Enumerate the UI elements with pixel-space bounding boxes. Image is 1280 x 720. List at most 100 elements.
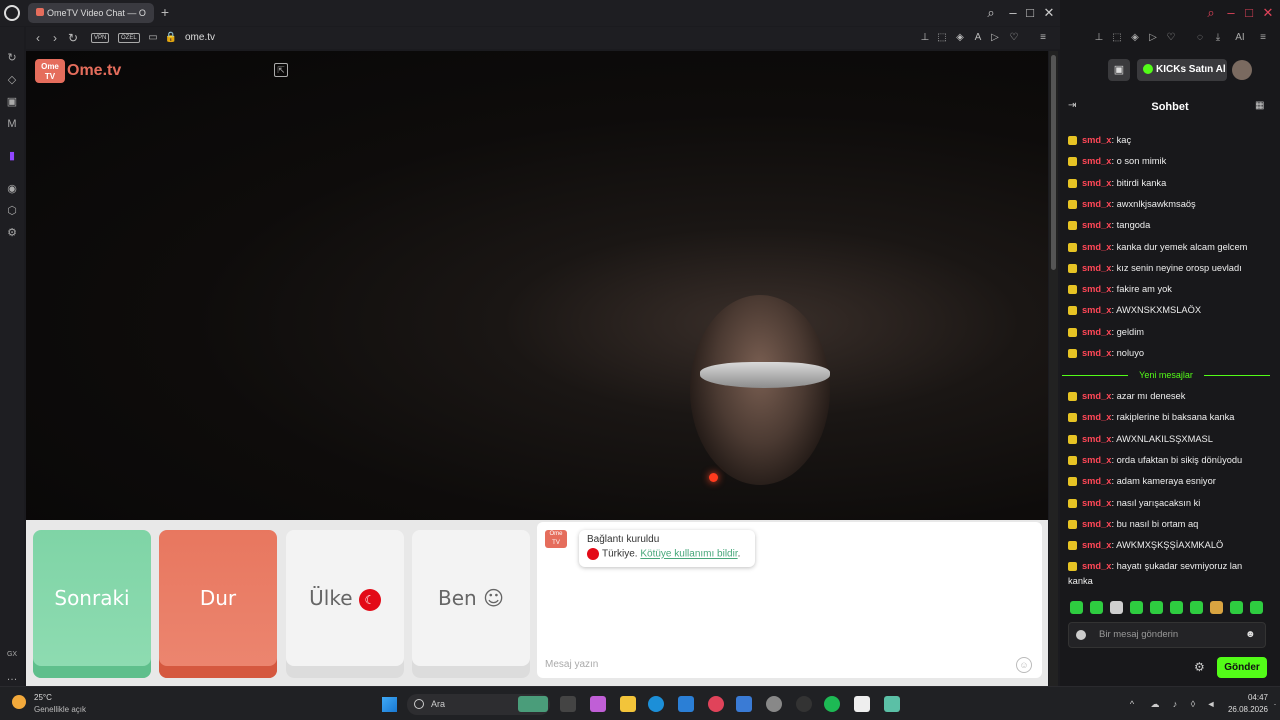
- weather-description[interactable]: Genellikle açık: [34, 705, 86, 714]
- edge-icon[interactable]: [648, 696, 664, 712]
- play-icon[interactable]: ▷: [988, 31, 1002, 45]
- panel-shield-icon[interactable]: ◈: [1128, 31, 1142, 45]
- private-badge[interactable]: ÖZEL: [118, 33, 140, 43]
- tray-volume-icon[interactable]: ◄: [1206, 699, 1216, 709]
- panel-account-icon[interactable]: ◌: [1193, 31, 1207, 45]
- me-button[interactable]: Ben ☺: [412, 530, 530, 678]
- store-icon[interactable]: [678, 696, 694, 712]
- sidebar-extensions-icon[interactable]: ⬡: [5, 204, 19, 218]
- task-view-icon[interactable]: [560, 696, 576, 712]
- chat-username[interactable]: smd_x: [1082, 498, 1111, 508]
- sidebar-history-icon[interactable]: ↻: [5, 51, 19, 65]
- kick-chat-input[interactable]: Bir mesaj gönderin: [1068, 622, 1266, 648]
- shield-icon[interactable]: ◈: [953, 31, 967, 45]
- sidebar-twitch-icon[interactable]: ▮: [5, 149, 19, 163]
- message-input[interactable]: Mesaj yazın: [541, 656, 1011, 674]
- panel-minimize-button[interactable]: –: [1222, 4, 1240, 22]
- next-button[interactable]: Sonraki: [33, 530, 151, 678]
- browser-tab[interactable]: OmeTV Video Chat — O: [28, 3, 154, 23]
- camera-icon[interactable]: ▭: [146, 31, 160, 45]
- sidebar-whatsapp-icon[interactable]: ▣: [5, 95, 19, 109]
- chat-username[interactable]: smd_x: [1082, 476, 1111, 486]
- maximize-button[interactable]: □: [1021, 4, 1039, 22]
- panel-close-button[interactable]: ✕: [1259, 4, 1277, 22]
- panel-ai-icon[interactable]: AI: [1230, 31, 1250, 45]
- emote-6-icon[interactable]: [1170, 601, 1183, 614]
- chat-identity-icon[interactable]: [1076, 630, 1086, 640]
- chat-username[interactable]: smd_x: [1082, 561, 1111, 571]
- panel-maximize-button[interactable]: □: [1240, 4, 1258, 22]
- chat-username[interactable]: smd_x: [1082, 348, 1111, 358]
- close-button[interactable]: ✕: [1040, 4, 1058, 22]
- app-icon[interactable]: [736, 696, 752, 712]
- pin-icon[interactable]: ⊥: [918, 31, 932, 45]
- chat-username[interactable]: smd_x: [1082, 284, 1111, 294]
- weather-temperature[interactable]: 25°C: [34, 693, 52, 702]
- panel-search-icon[interactable]: ⌕: [1202, 4, 1220, 22]
- chat-users-icon[interactable]: ▦: [1255, 100, 1267, 112]
- file-explorer-icon[interactable]: [620, 696, 636, 712]
- weather-icon[interactable]: [12, 695, 26, 709]
- emoji-icon[interactable]: ☺: [1016, 657, 1032, 673]
- opera-gx-taskbar-icon[interactable]: [708, 696, 724, 712]
- copilot-icon[interactable]: [590, 696, 606, 712]
- snapshot-icon[interactable]: ⬚: [935, 31, 949, 45]
- sidebar-player-icon[interactable]: ◉: [5, 182, 19, 196]
- emote-2-icon[interactable]: [1090, 601, 1103, 614]
- tray-chevron-icon[interactable]: ^: [1127, 699, 1137, 709]
- settings-taskbar-icon[interactable]: [766, 696, 782, 712]
- emote-9-icon[interactable]: [1230, 601, 1243, 614]
- chat-username[interactable]: smd_x: [1082, 220, 1111, 230]
- country-button[interactable]: Ülke ☾: [286, 530, 404, 678]
- vpn-badge[interactable]: VPN: [91, 33, 110, 43]
- chat-username[interactable]: smd_x: [1082, 391, 1111, 401]
- chat-username[interactable]: smd_x: [1082, 412, 1111, 422]
- buy-kicks-button[interactable]: KICKs Satın Al: [1137, 59, 1227, 81]
- kick-gift-icon[interactable]: ▣: [1108, 59, 1130, 81]
- stop-button[interactable]: Dur: [159, 530, 277, 678]
- clock-time[interactable]: 04:47: [1230, 693, 1268, 702]
- new-tab-button[interactable]: +: [158, 4, 172, 20]
- start-button[interactable]: [382, 697, 397, 712]
- emote-1-icon[interactable]: [1070, 601, 1083, 614]
- panel-menu-icon[interactable]: ≡: [1256, 31, 1270, 45]
- url-field[interactable]: ome.tv: [185, 32, 215, 43]
- chat-emoji-icon[interactable]: ☻: [1245, 630, 1256, 640]
- sidebar-settings-icon[interactable]: ⚙: [5, 226, 19, 240]
- translate-icon[interactable]: A: [971, 31, 985, 45]
- panel-download-icon[interactable]: ⤓: [1211, 31, 1225, 45]
- page-scrollbar-thumb[interactable]: [1051, 55, 1056, 270]
- chat-username[interactable]: smd_x: [1082, 156, 1111, 166]
- sidebar-bag-icon[interactable]: ◇: [5, 73, 19, 87]
- search-tabs-icon[interactable]: ⌕: [982, 4, 1000, 22]
- app2-icon[interactable]: [854, 696, 870, 712]
- notification-icon[interactable]: ·: [1270, 699, 1280, 709]
- emote-5-icon[interactable]: [1150, 601, 1163, 614]
- opera-logo-icon[interactable]: [4, 5, 20, 21]
- tray-cloud-icon[interactable]: ☁: [1150, 699, 1160, 709]
- minimize-button[interactable]: –: [1004, 4, 1022, 22]
- emote-7-icon[interactable]: [1190, 601, 1203, 614]
- emote-10-icon[interactable]: [1250, 601, 1263, 614]
- steam-icon[interactable]: [796, 696, 812, 712]
- chat-settings-icon[interactable]: ⚙: [1194, 661, 1206, 673]
- chat-username[interactable]: smd_x: [1082, 540, 1111, 550]
- panel-snapshot-icon[interactable]: ⬚: [1110, 31, 1124, 45]
- chat-username[interactable]: smd_x: [1082, 455, 1111, 465]
- sidebar-gx-icon[interactable]: GX: [5, 648, 19, 662]
- chat-username[interactable]: smd_x: [1082, 519, 1111, 529]
- emote-3-icon[interactable]: [1110, 601, 1123, 614]
- panel-pin-icon[interactable]: ⊥: [1092, 31, 1106, 45]
- user-avatar[interactable]: [1232, 60, 1252, 80]
- chat-username[interactable]: smd_x: [1082, 327, 1111, 337]
- panel-play-icon[interactable]: ▷: [1146, 31, 1160, 45]
- clock-date[interactable]: 26.08.2026: [1222, 705, 1268, 714]
- panel-heart-icon[interactable]: ♡: [1164, 31, 1178, 45]
- emote-8-icon[interactable]: [1210, 601, 1223, 614]
- chat-username[interactable]: smd_x: [1082, 178, 1111, 188]
- app3-icon[interactable]: [884, 696, 900, 712]
- taskbar-widget-icon[interactable]: [518, 696, 548, 712]
- reload-icon[interactable]: ↻: [66, 29, 80, 47]
- heart-icon[interactable]: ♡: [1007, 31, 1021, 45]
- back-icon[interactable]: ‹: [31, 29, 45, 47]
